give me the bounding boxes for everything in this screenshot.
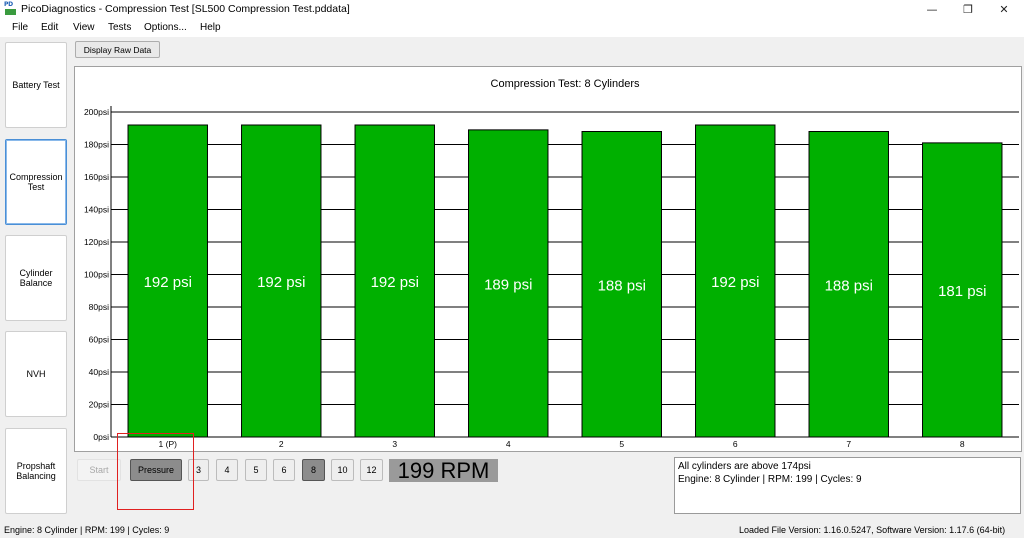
cylinder-4-button[interactable]: 4 — [216, 459, 238, 481]
info-line-summary: All cylinders are above 174psi — [678, 461, 811, 472]
bar-value-label: 188 psi — [598, 277, 646, 294]
restore-icon: ❐ — [963, 3, 973, 16]
x-tick-label: 7 — [846, 439, 851, 449]
app-icon-text: PD — [4, 1, 13, 8]
sidebar-item-propshaft-balancing[interactable]: Propshaft Balancing — [5, 428, 67, 514]
y-tick-label: 0psi — [93, 432, 109, 442]
sidebar-item-label: Battery Test — [12, 80, 60, 90]
y-tick-label: 140psi — [84, 205, 109, 215]
annotation-highlight — [117, 433, 194, 510]
bar-value-label: 192 psi — [711, 274, 759, 291]
menu-view[interactable]: View — [73, 22, 95, 33]
x-tick-label: 2 — [279, 439, 284, 449]
y-tick-label: 200psi — [84, 107, 109, 117]
bar-value-label: 188 psi — [825, 277, 873, 294]
minimize-icon: — — [926, 3, 938, 16]
app-icon-block — [5, 9, 16, 15]
start-button[interactable]: Start — [77, 459, 121, 481]
result-info-box: All cylinders are above 174psi Engine: 8… — [674, 457, 1021, 514]
x-tick-label: 5 — [619, 439, 624, 449]
compression-chart: Compression Test: 8 Cylinders 0psi 20psi 40… — [84, 78, 1019, 449]
rpm-readout: 199 RPM — [389, 459, 498, 482]
close-button[interactable]: ✕ — [986, 0, 1022, 19]
bar-value-label: 181 psi — [938, 283, 986, 300]
sidebar-item-nvh[interactable]: NVH — [5, 331, 67, 417]
y-tick-label: 120psi — [84, 237, 109, 247]
y-tick-label: 20psi — [89, 400, 109, 410]
bar-value-label: 192 psi — [371, 274, 419, 291]
sidebar-item-label: Cylinder Balance — [19, 268, 53, 288]
x-tick-label: 3 — [392, 439, 397, 449]
menu-options[interactable]: Options... — [144, 22, 187, 33]
chart-title: Compression Test: 8 Cylinders — [491, 78, 640, 90]
sidebar-item-label: Propshaft Balancing — [16, 461, 56, 481]
sidebar-item-cylinder-balance[interactable]: Cylinder Balance — [5, 235, 67, 321]
status-version-info: Loaded File Version: 1.16.0.5247, Softwa… — [739, 525, 1006, 535]
minimize-button[interactable]: — — [914, 0, 950, 19]
sidebar-item-compression-test[interactable]: Compression Test — [5, 139, 67, 225]
y-tick-label: 100psi — [84, 270, 109, 280]
menu-edit[interactable]: Edit — [41, 22, 58, 33]
y-tick-label: 180psi — [84, 140, 109, 150]
title-bar: PD PicoDiagnostics - Compression Test [S… — [0, 0, 1024, 19]
cylinder-5-button[interactable]: 5 — [245, 459, 267, 481]
display-raw-data-button[interactable]: Display Raw Data — [75, 41, 160, 58]
menu-tests[interactable]: Tests — [108, 22, 131, 33]
y-tick-label: 80psi — [89, 302, 109, 312]
bar-value-label: 189 psi — [484, 276, 532, 293]
status-engine-info: Engine: 8 Cylinder | RPM: 199 | Cycles: … — [4, 525, 170, 535]
y-tick-label: 40psi — [89, 367, 109, 377]
maximize-button[interactable]: ❐ — [950, 0, 986, 19]
sidebar-item-battery-test[interactable]: Battery Test — [5, 42, 67, 128]
cylinder-12-button[interactable]: 12 — [360, 459, 383, 481]
menu-bar: File Edit View Tests Options... Help — [0, 19, 1024, 37]
x-tick-label: 6 — [733, 439, 738, 449]
y-tick-label: 160psi — [84, 172, 109, 182]
chart-panel: Compression Test: 8 Cylinders 0psi 20psi 40… — [74, 66, 1022, 452]
cylinder-6-button[interactable]: 6 — [273, 459, 295, 481]
x-tick-label: 4 — [506, 439, 511, 449]
close-icon: ✕ — [999, 3, 1009, 16]
info-line-engine: Engine: 8 Cylinder | RPM: 199 | Cycles: … — [678, 474, 862, 485]
y-tick-label: 60psi — [89, 335, 109, 345]
cylinder-8-button[interactable]: 8 — [302, 459, 325, 481]
sidebar-item-label: NVH — [26, 369, 46, 379]
x-tick-label: 8 — [960, 439, 965, 449]
app-icon: PD — [4, 2, 18, 16]
window-title: PicoDiagnostics - Compression Test [SL50… — [21, 3, 350, 15]
sidebar-item-label: Compression Test — [9, 172, 63, 192]
cylinder-10-button[interactable]: 10 — [331, 459, 354, 481]
bar-value-label: 192 psi — [144, 274, 192, 291]
bar-value-label: 192 psi — [257, 274, 305, 291]
menu-help[interactable]: Help — [200, 22, 221, 33]
menu-file[interactable]: File — [12, 22, 28, 33]
